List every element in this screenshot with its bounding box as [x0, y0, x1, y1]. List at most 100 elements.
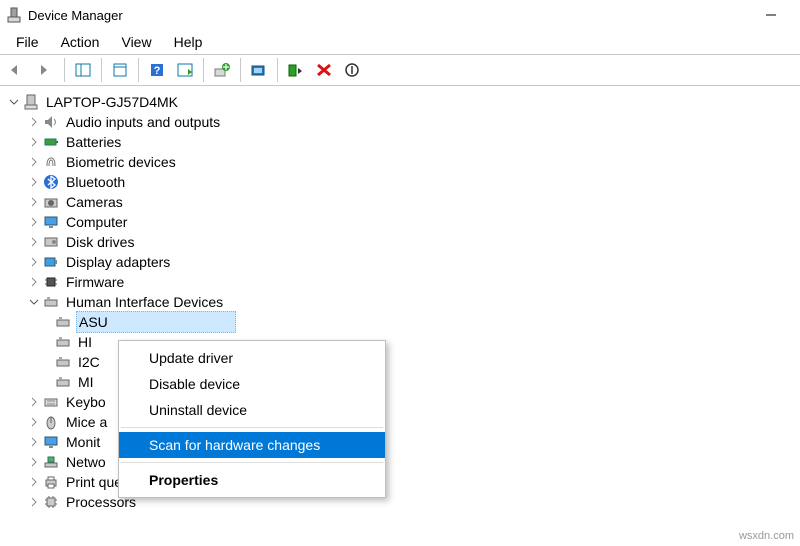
- tree-category[interactable]: Computer: [0, 212, 800, 232]
- ctx-properties[interactable]: Properties: [119, 467, 385, 493]
- expand-icon[interactable]: [26, 254, 42, 270]
- computer-icon: [22, 94, 40, 110]
- network-icon: [42, 454, 60, 470]
- expand-icon[interactable]: [26, 454, 42, 470]
- chip-icon: [42, 274, 60, 290]
- device-label: MI: [76, 372, 96, 392]
- tree-category-hid[interactable]: Human Interface Devices: [0, 292, 800, 312]
- tree-root[interactable]: LAPTOP-GJ57D4MK: [0, 92, 800, 112]
- toolbar-separator: [240, 58, 241, 82]
- camera-icon: [42, 194, 60, 210]
- action-button[interactable]: [171, 56, 199, 84]
- expand-icon[interactable]: [26, 394, 42, 410]
- tree-category[interactable]: Cameras: [0, 192, 800, 212]
- expand-icon[interactable]: [26, 134, 42, 150]
- battery-icon: [42, 134, 60, 150]
- properties-button[interactable]: [106, 56, 134, 84]
- category-label: Monit: [64, 432, 102, 452]
- expand-icon[interactable]: [6, 94, 22, 110]
- svg-text:?: ?: [154, 65, 161, 77]
- ctx-update-driver[interactable]: Update driver: [119, 345, 385, 371]
- menubar: File Action View Help: [0, 30, 800, 54]
- bluetooth-icon: [42, 174, 60, 190]
- back-button[interactable]: [4, 56, 32, 84]
- toolbar-separator: [203, 58, 204, 82]
- ctx-disable-device[interactable]: Disable device: [119, 371, 385, 397]
- help-button[interactable]: ?: [143, 56, 171, 84]
- printer-icon: [42, 474, 60, 490]
- expand-icon[interactable]: [26, 414, 42, 430]
- show-hide-tree-button[interactable]: [69, 56, 97, 84]
- menu-view[interactable]: View: [111, 32, 161, 52]
- watermark: wsxdn.com: [739, 530, 794, 542]
- expand-icon[interactable]: [26, 434, 42, 450]
- device-label: ASU: [76, 311, 236, 333]
- expand-icon[interactable]: [26, 174, 42, 190]
- toolbar-separator: [138, 58, 139, 82]
- menu-action[interactable]: Action: [51, 32, 110, 52]
- tree-root-label: LAPTOP-GJ57D4MK: [44, 92, 180, 112]
- tree-category[interactable]: Bluetooth: [0, 172, 800, 192]
- category-label: Bluetooth: [64, 172, 127, 192]
- expand-icon[interactable]: [26, 274, 42, 290]
- category-label: Mice a: [64, 412, 109, 432]
- enable-device-button[interactable]: [282, 56, 310, 84]
- category-label: Display adapters: [64, 252, 172, 272]
- app-icon: [6, 7, 22, 23]
- forward-button[interactable]: [32, 56, 60, 84]
- category-label: Keybo: [64, 392, 108, 412]
- expand-icon[interactable]: [26, 474, 42, 490]
- monitor-icon: [42, 214, 60, 230]
- hid-device-icon: [54, 354, 72, 370]
- ctx-separator: [121, 427, 383, 428]
- update-driver-button[interactable]: [208, 56, 236, 84]
- window-title: Device Manager: [28, 8, 123, 23]
- tree-category[interactable]: Disk drives: [0, 232, 800, 252]
- context-menu: Update driver Disable device Uninstall d…: [118, 340, 386, 498]
- tree-device-selected[interactable]: ASU: [0, 312, 800, 332]
- hid-icon: [42, 294, 60, 310]
- uninstall-device-button[interactable]: [310, 56, 338, 84]
- category-label: Computer: [64, 212, 129, 232]
- expand-icon[interactable]: [26, 494, 42, 510]
- toolbar-separator: [277, 58, 278, 82]
- tree-category[interactable]: Batteries: [0, 132, 800, 152]
- hid-device-icon: [54, 374, 72, 390]
- expand-icon[interactable]: [26, 234, 42, 250]
- tree-category[interactable]: Display adapters: [0, 252, 800, 272]
- expand-icon[interactable]: [26, 214, 42, 230]
- mouse-icon: [42, 414, 60, 430]
- hid-device-icon: [54, 334, 72, 350]
- keyboard-icon: [42, 394, 60, 410]
- toolbar: ?: [0, 54, 800, 86]
- disk-icon: [42, 234, 60, 250]
- titlebar: Device Manager: [0, 0, 800, 30]
- audio-icon: [42, 114, 60, 130]
- cpu-icon: [42, 494, 60, 510]
- monitor-icon: [42, 434, 60, 450]
- expand-icon[interactable]: [26, 194, 42, 210]
- ctx-scan-hardware[interactable]: Scan for hardware changes: [119, 432, 385, 458]
- toolbar-separator: [101, 58, 102, 82]
- menu-file[interactable]: File: [6, 32, 49, 52]
- expand-icon[interactable]: [26, 114, 42, 130]
- hid-device-icon: [54, 314, 72, 330]
- display-adapter-icon: [42, 254, 60, 270]
- expand-icon[interactable]: [26, 154, 42, 170]
- tree-category[interactable]: Biometric devices: [0, 152, 800, 172]
- category-label: Biometric devices: [64, 152, 178, 172]
- minimize-button[interactable]: [748, 0, 794, 30]
- menu-help[interactable]: Help: [164, 32, 213, 52]
- scan-hardware-button[interactable]: [245, 56, 273, 84]
- category-label: Human Interface Devices: [64, 292, 225, 312]
- device-label: HI: [76, 332, 94, 352]
- ctx-uninstall-device[interactable]: Uninstall device: [119, 397, 385, 423]
- expand-icon[interactable]: [26, 294, 42, 310]
- device-label: I2C: [76, 352, 102, 372]
- tree-category[interactable]: Audio inputs and outputs: [0, 112, 800, 132]
- toolbar-separator: [64, 58, 65, 82]
- category-label: Audio inputs and outputs: [64, 112, 222, 132]
- disable-device-button[interactable]: [338, 56, 366, 84]
- tree-category[interactable]: Firmware: [0, 272, 800, 292]
- ctx-separator: [121, 462, 383, 463]
